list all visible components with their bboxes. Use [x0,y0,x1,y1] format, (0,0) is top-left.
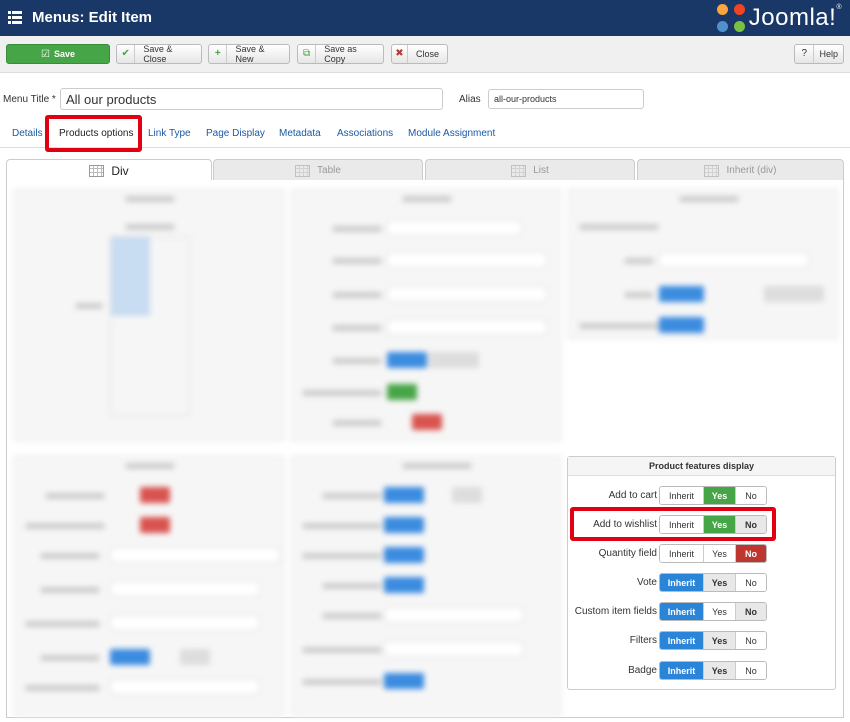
save-copy-label: Save as Copy [324,44,357,64]
alias-input[interactable]: all-our-products [488,89,644,109]
blurred-menu-panel [14,189,284,441]
badge-label: Badge [628,665,657,676]
products-options-highlight [45,115,142,152]
close-label: Close [415,49,439,59]
joomla-mark-icon [716,4,745,32]
add-to-cart-toggle: Inherit Yes No [659,486,767,505]
tab-page-display[interactable]: Page Display [206,128,265,139]
help-button[interactable]: ? Help [794,44,844,64]
layout-tab-table-label: Table [317,165,341,176]
layout-tab-list[interactable]: List [425,159,635,181]
logo-text: Joomla! [748,4,837,31]
menu-list-icon [8,10,22,24]
tab-details[interactable]: Details [12,128,43,139]
menu-title-label: Menu Title * [3,94,56,105]
filters-yes[interactable]: Yes [704,632,736,649]
logo-registered-mark: ® [836,4,842,11]
tab-link-type[interactable]: Link Type [148,128,191,139]
save-icon: ☑ [41,48,50,60]
product-features-panel: Product features display Add to cart Inh… [567,456,836,690]
table-grid-icon [295,164,311,177]
quantity-field-row: Quantity field Inherit Yes No [568,544,837,564]
filters-label: Filters [629,635,657,646]
vote-no[interactable]: No [736,574,766,591]
add-to-cart-yes[interactable]: Yes [704,487,736,504]
add-to-cart-row: Add to cart Inherit Yes No [568,486,837,506]
badge-row: Badge Inherit Yes No [568,661,837,681]
layout-tab-inherit[interactable]: Inherit (div) [637,159,844,181]
alias-label: Alias [459,94,481,105]
custom-item-fields-yes[interactable]: Yes [704,603,736,620]
quantity-field-no[interactable]: No [736,545,766,562]
blurred-product-info-panel [291,456,561,716]
save-close-button[interactable]: ✔ Save & Close [116,44,202,64]
badge-toggle: Inherit Yes No [659,661,767,680]
toolbar: ☑ Save ✔ Save & Close + Save & New ⧉ Sav… [0,36,850,73]
vote-row: Vote Inherit Yes No [568,573,837,593]
layout-tab-table[interactable]: Table [213,159,423,181]
add-to-wishlist-highlight [570,507,776,541]
close-button[interactable]: ✖ Close [391,44,448,64]
plus-icon: + [209,45,228,63]
tab-metadata[interactable]: Metadata [279,128,321,139]
joomla-logo: Joomla!® [716,3,842,33]
save-new-label: Save & New [235,44,265,64]
header-bar: Menus: Edit Item Joomla!® [0,0,850,36]
vote-toggle: Inherit Yes No [659,573,767,592]
blurred-item-display-panel [14,456,284,716]
save-copy-button[interactable]: ⧉ Save as Copy [297,44,384,64]
custom-item-fields-label: Custom item fields [574,606,657,617]
custom-item-fields-no[interactable]: No [736,603,766,620]
question-icon: ? [795,45,815,63]
copy-icon: ⧉ [298,45,317,63]
add-to-cart-inherit[interactable]: Inherit [660,487,704,504]
blurred-item-box-panel [568,189,838,339]
layout-tab-list-label: List [533,165,549,176]
layout-tab-div-label: Div [111,163,129,178]
custom-item-fields-row: Custom item fields Inherit Yes No [568,602,837,622]
quantity-field-label: Quantity field [598,548,657,559]
quantity-field-toggle: Inherit Yes No [659,544,767,563]
custom-item-fields-toggle: Inherit Yes No [659,602,767,621]
div-grid-icon [89,164,105,177]
layout-tab-div[interactable]: Div [6,159,212,181]
filters-inherit[interactable]: Inherit [660,632,704,649]
tab-module-assignment[interactable]: Module Assignment [408,128,495,139]
badge-inherit[interactable]: Inherit [660,662,704,679]
vote-yes[interactable]: Yes [704,574,736,591]
product-features-title: Product features display [568,457,835,476]
quantity-field-inherit[interactable]: Inherit [660,545,704,562]
vote-inherit[interactable]: Inherit [660,574,704,591]
save-button[interactable]: ☑ Save [6,44,110,64]
badge-no[interactable]: No [736,662,766,679]
layout-tab-inherit-label: Inherit (div) [726,165,777,176]
custom-item-fields-inherit[interactable]: Inherit [660,603,704,620]
save-label: Save [53,49,75,59]
filters-toggle: Inherit Yes No [659,631,767,650]
help-label: Help [819,49,838,59]
list-grid-icon [511,164,527,177]
badge-yes[interactable]: Yes [704,662,736,679]
page-title: Menus: Edit Item [32,9,153,26]
check-icon: ✔ [117,45,136,63]
tab-associations[interactable]: Associations [337,128,393,139]
filters-row: Filters Inherit Yes No [568,631,837,651]
menu-title-input[interactable]: All our products [60,88,443,110]
inherit-grid-icon [704,164,720,177]
vote-label: Vote [636,577,657,588]
blurred-item-layout-panel [291,189,561,441]
quantity-field-yes[interactable]: Yes [704,545,736,562]
filters-no[interactable]: No [736,632,766,649]
add-to-cart-no[interactable]: No [736,487,766,504]
close-circle-icon: ✖ [392,45,408,63]
save-new-button[interactable]: + Save & New [208,44,290,64]
save-close-label: Save & Close [143,44,173,64]
add-to-cart-label: Add to cart [608,490,657,501]
